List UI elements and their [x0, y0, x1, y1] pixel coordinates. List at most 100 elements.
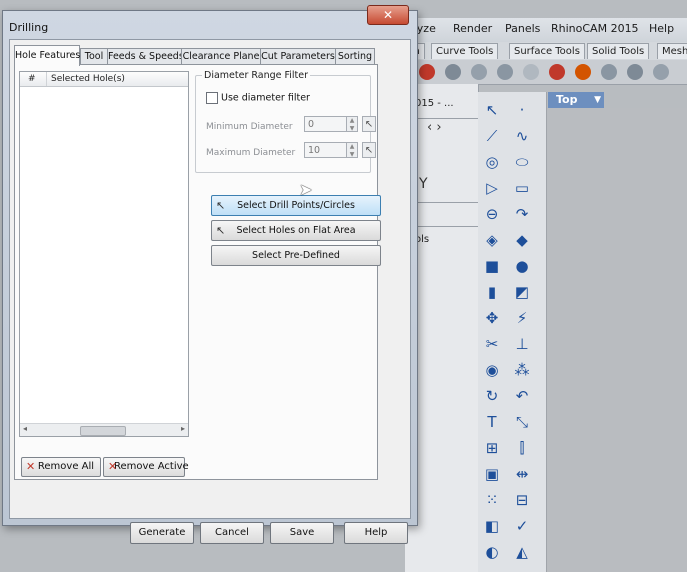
menu-panels[interactable]: Panels: [505, 22, 540, 35]
select-drill-points-label: Select Drill Points/Circles: [237, 200, 355, 211]
material-icon[interactable]: ◭: [512, 542, 532, 562]
select-holes-flat-area-button[interactable]: ↖ Select Holes on Flat Area: [211, 220, 381, 241]
column-header-selected-holes[interactable]: Selected Hole(s): [46, 72, 125, 86]
tab-feeds-speeds[interactable]: Feeds & Speeds: [107, 48, 184, 65]
close-icon: ✕: [382, 8, 394, 22]
toolbar-tool-icon[interactable]: [601, 64, 617, 80]
object-properties-icon[interactable]: ◐: [482, 542, 502, 562]
save-button[interactable]: Save: [270, 522, 334, 544]
grid-array-icon[interactable]: ⁙: [482, 490, 502, 510]
solid-box-icon[interactable]: ▣: [482, 464, 502, 484]
toolbar-tool-icon[interactable]: [523, 64, 539, 80]
checkbox-box[interactable]: [206, 92, 218, 104]
help-button[interactable]: Help: [344, 522, 408, 544]
horizontal-scrollbar[interactable]: ◂ ▸: [20, 423, 188, 436]
remove-x-icon: ✕: [108, 460, 118, 473]
render-icon[interactable]: ◧: [482, 516, 502, 536]
polyline-icon[interactable]: ⟋: [482, 126, 502, 146]
menu-help[interactable]: Help: [649, 22, 674, 35]
top-viewport[interactable]: [547, 108, 687, 572]
filter-icon[interactable]: Y: [419, 176, 428, 192]
toolbar-tool-icon[interactable]: [653, 64, 669, 80]
scroll-right-icon[interactable]: ▸: [181, 424, 185, 433]
generate-button[interactable]: Generate: [130, 522, 194, 544]
point-cloud-icon[interactable]: ⁂: [512, 360, 532, 380]
tab-sorting[interactable]: Sorting: [335, 48, 375, 65]
close-button[interactable]: ✕: [367, 5, 409, 25]
dimension-icon[interactable]: ⇹: [512, 464, 532, 484]
toolbar-tab-solid-tools[interactable]: Solid Tools: [587, 43, 650, 59]
menu-render[interactable]: Render: [453, 22, 492, 35]
split-icon[interactable]: ⚡: [512, 308, 532, 328]
tab-hole-features[interactable]: Hole Features: [14, 45, 80, 66]
cancel-button[interactable]: Cancel: [200, 522, 264, 544]
cylinder-icon[interactable]: ▮: [482, 282, 502, 302]
mirror-icon[interactable]: ⫿: [512, 438, 532, 458]
selected-holes-list[interactable]: # Selected Hole(s) ◂ ▸: [19, 71, 189, 437]
min-diameter-field[interactable]: 0: [304, 116, 348, 132]
join-icon[interactable]: ⊥: [512, 334, 532, 354]
max-diameter-spinner[interactable]: ▲ ▼: [346, 142, 358, 158]
max-diameter-label: Maximum Diameter: [206, 148, 296, 158]
toolbar-tab-curve-tools[interactable]: Curve Tools: [431, 43, 499, 59]
dialog-titlebar[interactable]: Drilling ✕: [3, 5, 417, 39]
point-icon[interactable]: ·: [512, 100, 532, 120]
polygon-icon[interactable]: ▷: [482, 178, 502, 198]
toolbar-tool-icon[interactable]: [419, 64, 435, 80]
array-icon[interactable]: ⊞: [482, 438, 502, 458]
scrollbar-thumb[interactable]: [80, 426, 126, 436]
scale-icon[interactable]: ⤡: [512, 412, 532, 432]
toolbar-tool-icon[interactable]: [627, 64, 643, 80]
max-diameter-field[interactable]: 10: [304, 142, 348, 158]
select-drill-points-button[interactable]: ↖ Select Drill Points/Circles: [211, 195, 381, 216]
curve-tools-icon[interactable]: ⊖: [482, 204, 502, 224]
circle-icon[interactable]: ◎: [482, 152, 502, 172]
transform-icon[interactable]: ✥: [482, 308, 502, 328]
toolbar-tool-icon[interactable]: [471, 64, 487, 80]
layout-icon[interactable]: ⊟: [512, 490, 532, 510]
toolbar-tool-icon[interactable]: [497, 64, 513, 80]
remove-x-icon: ✕: [26, 460, 36, 473]
curve-icon[interactable]: ∿: [512, 126, 532, 146]
rectangle-icon[interactable]: ▭: [512, 178, 532, 198]
extrude-icon[interactable]: ◆: [512, 230, 532, 250]
tab-cut-parameters[interactable]: Cut Parameters: [260, 48, 336, 65]
mouse-cursor-icon: ➤: [299, 180, 313, 199]
min-diameter-spinner[interactable]: ▲ ▼: [346, 116, 358, 132]
pick-max-diameter-icon[interactable]: ↖: [362, 142, 376, 158]
toolbar-tab-mesh[interactable]: Mesh: [657, 43, 687, 59]
scroll-left-icon[interactable]: ◂: [23, 424, 27, 433]
check-icon[interactable]: ✓: [512, 516, 532, 536]
surface-icon[interactable]: ◈: [482, 230, 502, 250]
column-header-number[interactable]: #: [28, 72, 36, 86]
sphere-icon[interactable]: ●: [512, 256, 532, 276]
toolbar-tool-icon[interactable]: [445, 64, 461, 80]
holes-list-header: # Selected Hole(s): [20, 72, 188, 87]
trim-icon[interactable]: ✂: [482, 334, 502, 354]
nav-arrows-icon[interactable]: ‹ ›: [427, 120, 442, 135]
arc-icon[interactable]: ↶: [512, 386, 532, 406]
box-icon[interactable]: ■: [482, 256, 502, 276]
ellipse-icon[interactable]: ⬭: [512, 152, 532, 172]
fillet-icon[interactable]: ↷: [512, 204, 532, 224]
chevron-down-icon[interactable]: ▼: [594, 92, 601, 108]
viewport-tab-label: Top: [556, 93, 578, 106]
select-predefined-button[interactable]: Select Pre-Defined: [211, 245, 381, 266]
use-diameter-filter-checkbox[interactable]: Use diameter filter: [206, 92, 310, 104]
toolbar-tool-icon[interactable]: [549, 64, 565, 80]
rotate-icon[interactable]: ↻: [482, 386, 502, 406]
dialog-title: Drilling: [9, 21, 49, 34]
text-icon[interactable]: T: [482, 412, 502, 432]
plane-icon[interactable]: ◩: [512, 282, 532, 302]
tab-clearance-plane[interactable]: Clearance Plane: [181, 48, 261, 65]
viewport-tab-top[interactable]: Top ▼: [548, 92, 604, 108]
boolean-icon[interactable]: ◉: [482, 360, 502, 380]
tab-tool[interactable]: Tool: [80, 48, 108, 65]
toolbar-tab-surface-tools[interactable]: Surface Tools: [509, 43, 585, 59]
menu-rhinocam[interactable]: RhinoCAM 2015: [551, 22, 639, 35]
remove-all-button[interactable]: ✕ Remove All: [21, 457, 101, 477]
pick-min-diameter-icon[interactable]: ↖: [362, 116, 376, 132]
toolbar-tool-icon[interactable]: [575, 64, 591, 80]
select-arrow-icon[interactable]: ↖: [482, 100, 502, 120]
remove-active-button[interactable]: ✕ Remove Active: [103, 457, 189, 477]
